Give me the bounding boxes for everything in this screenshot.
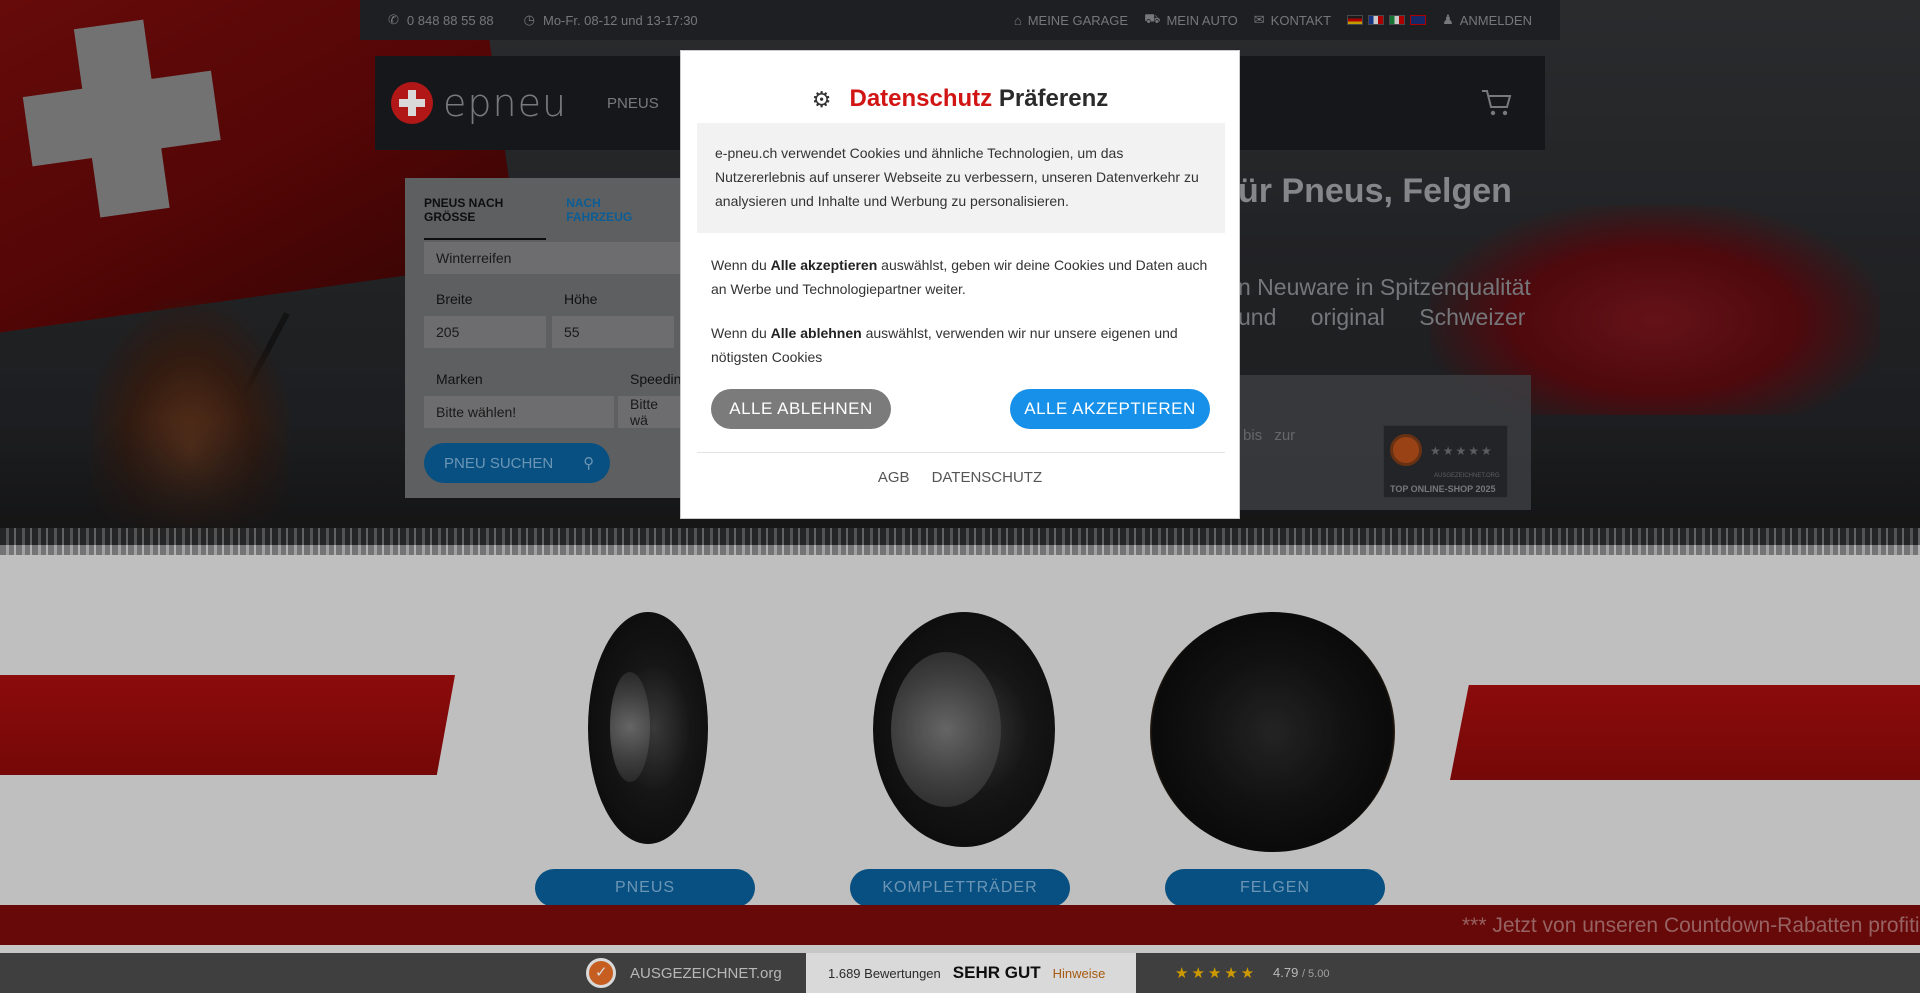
divider [697, 452, 1225, 453]
gear-icon: ⚙ [811, 87, 832, 112]
accept-explanation: Wenn du Alle akzeptieren auswählst, gebe… [711, 257, 1208, 297]
privacy-link[interactable]: DATENSCHUTZ [932, 469, 1043, 486]
privacy-preference-dialog: ⚙ Datenschutz Präferenz e-pneu.ch verwend… [680, 50, 1240, 519]
reject-explanation: Wenn du Alle ablehnen auswählst, verwend… [711, 325, 1178, 365]
reject-all-button[interactable]: ALLE ABLEHNEN [711, 389, 891, 429]
accept-all-button[interactable]: ALLE AKZEPTIEREN [1010, 389, 1210, 429]
dialog-title: ⚙ Datenschutz Präferenz [811, 85, 1109, 112]
agb-link[interactable]: AGB [878, 469, 910, 486]
cookie-intro-text: e-pneu.ch verwendet Cookies und ähnliche… [697, 123, 1225, 233]
dialog-footer-links: AGB DATENSCHUTZ [681, 469, 1239, 486]
